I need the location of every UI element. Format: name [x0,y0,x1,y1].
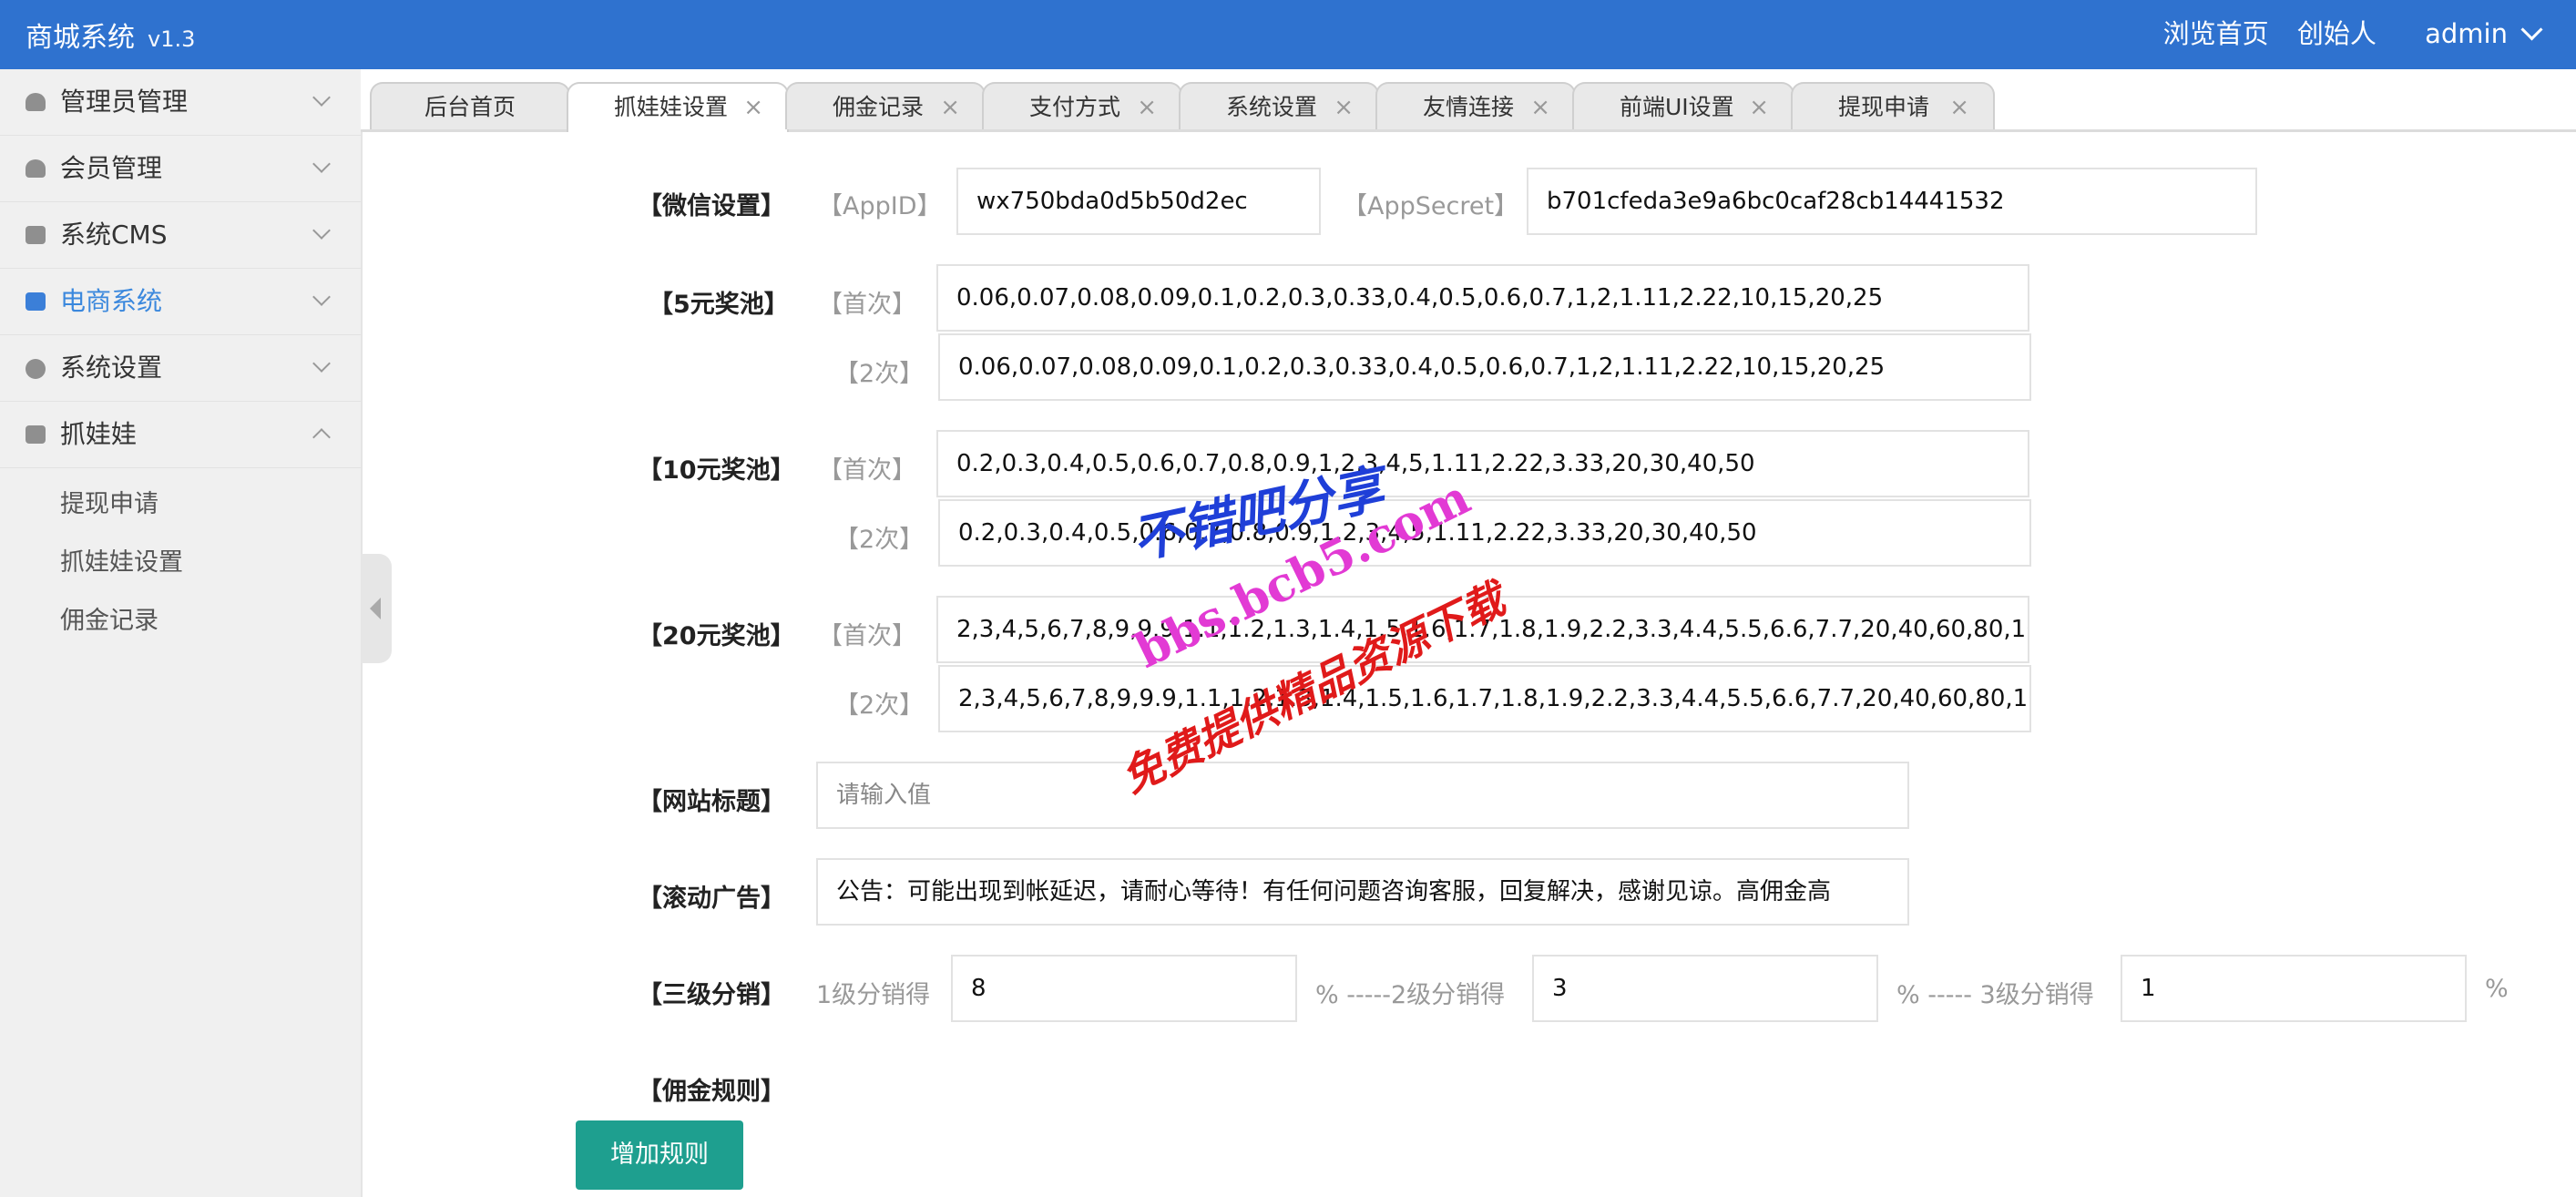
appsecret-input[interactable]: b701cfeda3e9a6bc0caf28cb14441532 [1527,168,2257,235]
chevron-down-icon [312,354,331,373]
tab-frontend-ui[interactable]: 前端UI设置 × [1572,82,1794,129]
tab-withdraw[interactable]: 提现申请 × [1791,82,1995,129]
document-icon [26,226,46,244]
tab-system-settings[interactable]: 系统设置 × [1179,82,1379,129]
sidebar-collapse-toggle[interactable] [361,554,392,663]
level3-label: % ----- 3级分销得 [1896,981,2094,1009]
submenu-item-commission[interactable]: 佣金记录 [0,592,361,650]
sidebar: 管理员管理 会员管理 系统CMS 电商系统 系统设置 抓娃娃 提现申请 抓娃娃设… [0,69,363,1197]
level1-label: 1级分销得 [816,981,931,1009]
appid-input[interactable]: wx750bda0d5b50d2ec [956,168,1321,235]
close-icon[interactable]: × [1530,84,1550,131]
tab-bar: 后台首页 抓娃娃设置 × 佣金记录 × 支付方式 × 系统设置 × 友情连接 ×… [361,69,2576,132]
tab-friend-links[interactable]: 友情连接 × [1375,82,1576,129]
tab-label: 系统设置 [1226,94,1318,120]
store-icon [26,292,46,311]
submenu-item-claw-settings[interactable]: 抓娃娃设置 [0,534,361,592]
close-icon[interactable]: × [1334,84,1354,131]
level1-input[interactable]: 8 [951,955,1297,1022]
member-icon [26,159,46,178]
pool-20-label: 【20元奖池】 [638,622,795,650]
founder-link[interactable]: 创始人 [2297,18,2377,49]
tab-label: 友情连接 [1423,94,1515,120]
pool-10-first-input[interactable]: 0.2,0.3,0.4,0.5,0.6,0.7,0.8,0.9,1,2,3,4,… [936,430,2029,497]
gear-icon [26,359,46,379]
site-title-label: 【网站标题】 [638,788,785,816]
sidebar-item-label: 抓娃娃 [60,419,138,449]
tab-label: 前端UI设置 [1620,94,1734,120]
username: admin [2425,18,2508,49]
level2-input[interactable]: 3 [1532,955,1878,1022]
brand-name: 商城系统 [26,22,135,54]
pool-20-second-input[interactable]: 2,3,4,5,6,7,8,9,9.9,1.1,1.2,1.3,1.4,1.5,… [938,665,2031,732]
appid-label: 【AppID】 [818,192,942,220]
brand[interactable]: 商城系统 v1.3 [26,15,195,55]
chevron-down-icon [2520,18,2543,41]
sidebar-item-settings[interactable]: 系统设置 [0,335,361,402]
collapse-left-icon [370,598,381,619]
distribution-label: 【三级分销】 [638,981,785,1009]
sidebar-item-claw[interactable]: 抓娃娃 [0,402,361,468]
sidebar-item-members[interactable]: 会员管理 [0,136,361,202]
pool-10-second-label: 【2次】 [834,526,925,554]
chevron-down-icon [312,155,331,173]
top-header: 商城系统 v1.3 浏览首页 创始人 admin [0,0,2576,69]
top-nav: 浏览首页 创始人 admin [2143,13,2543,51]
tab-home[interactable]: 后台首页 [370,82,570,129]
tab-claw-settings[interactable]: 抓娃娃设置 × [567,82,789,132]
pool-10-second-input[interactable]: 0.2,0.3,0.4,0.5,0.6,0.7,0.8,0.9,1,2,3,4,… [938,499,2031,567]
sidebar-item-ecommerce[interactable]: 电商系统 [0,269,361,335]
tab-label: 抓娃娃设置 [614,94,729,120]
version-label: v1.3 [148,26,196,52]
submenu-item-withdraw[interactable]: 提现申请 [0,476,361,534]
level3-input[interactable]: 1 [2121,955,2467,1022]
pool-5-label: 【5元奖池】 [649,291,789,319]
close-icon[interactable]: × [1949,84,1969,131]
sidebar-item-label: 管理员管理 [60,87,189,117]
tab-label: 后台首页 [424,94,516,120]
chevron-down-icon [312,288,331,306]
pool-20-first-label: 【首次】 [818,622,916,650]
pool-20-second-label: 【2次】 [834,691,925,720]
tab-label: 佣金记录 [833,94,925,120]
close-icon[interactable]: × [940,84,960,131]
chevron-up-icon [312,428,331,446]
browse-home-link[interactable]: 浏览首页 [2163,18,2269,49]
pool-5-second-label: 【2次】 [834,360,925,388]
tab-payment[interactable]: 支付方式 × [982,82,1182,129]
wechat-settings-label: 【微信设置】 [638,192,785,220]
sidebar-item-cms[interactable]: 系统CMS [0,202,361,269]
user-menu[interactable]: admin [2405,18,2543,49]
add-rule-button[interactable]: 增加规则 [576,1120,743,1190]
tab-label: 支付方式 [1029,94,1121,120]
chevron-down-icon [312,221,331,240]
pool-10-label: 【10元奖池】 [638,456,795,485]
user-icon [26,93,46,111]
claw-machine-icon [26,425,46,444]
pool-5-first-label: 【首次】 [818,291,916,319]
pool-5-first-input[interactable]: 0.06,0.07,0.08,0.09,0.1,0.2,0.3,0.33,0.4… [936,264,2029,332]
tab-label: 提现申请 [1838,94,1930,120]
sidebar-item-label: 会员管理 [60,153,163,183]
sidebar-item-label: 电商系统 [60,286,163,316]
sidebar-item-label: 系统设置 [60,353,163,383]
appsecret-label: 【AppSecret】 [1343,192,1519,220]
scroll-ad-label: 【滚动广告】 [638,885,785,913]
chevron-down-icon [312,88,331,107]
sidebar-item-label: 系统CMS [60,220,168,250]
scroll-ad-input[interactable]: 公告：可能出现到帐延迟，请耐心等待！有任何问题咨询客服，回复解决，感谢见谅。高佣… [816,858,1909,926]
close-icon[interactable]: × [1137,84,1157,131]
tab-commission[interactable]: 佣金记录 × [785,82,986,129]
sidebar-item-admin[interactable]: 管理员管理 [0,69,361,136]
commission-rules-label: 【佣金规则】 [638,1078,785,1106]
claw-submenu: 提现申请 抓娃娃设置 佣金记录 [0,468,361,650]
pool-5-second-input[interactable]: 0.06,0.07,0.08,0.09,0.1,0.2,0.3,0.33,0.4… [938,333,2031,401]
level2-label: % -----2级分销得 [1315,981,1506,1009]
close-icon[interactable]: × [743,84,763,131]
percent-sign: % [2485,975,2509,1003]
close-icon[interactable]: × [1749,84,1769,131]
site-title-input[interactable]: 请输入值 [816,762,1909,829]
pool-10-first-label: 【首次】 [818,456,916,485]
